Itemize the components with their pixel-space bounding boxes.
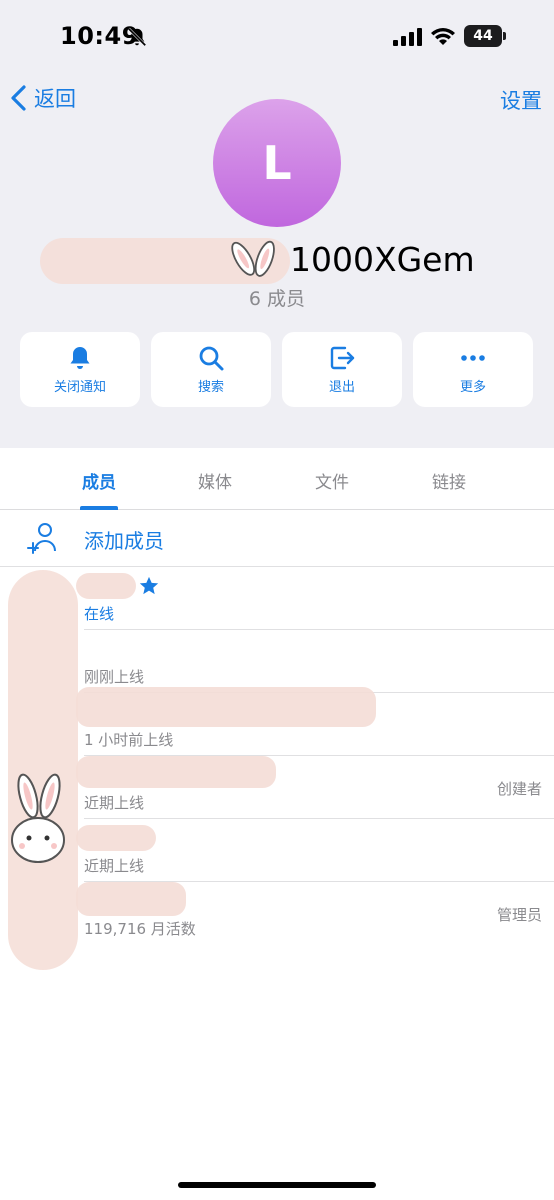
- add-person-icon: [27, 523, 56, 554]
- bell-icon: [70, 347, 90, 369]
- settings-button[interactable]: 设置: [500, 85, 542, 115]
- leave-label: 退出: [328, 380, 355, 395]
- member-row[interactable]: 近期上线 创建者: [0, 756, 554, 819]
- more-button[interactable]: 更多: [413, 332, 533, 407]
- back-button[interactable]: 返回: [10, 84, 76, 112]
- member-status: 在线: [84, 605, 115, 623]
- home-indicator: [178, 1182, 376, 1188]
- member-role-badge: 管理员: [496, 906, 542, 924]
- search-icon: [199, 346, 224, 371]
- member-row[interactable]: 在线: [0, 567, 554, 630]
- tab-files[interactable]: 文件: [287, 468, 377, 493]
- redacted-member-name: [76, 573, 136, 599]
- member-status: 1 小时前上线: [84, 731, 174, 749]
- mute-notifications-label: 关闭通知: [53, 380, 106, 395]
- member-count: 6 成员: [248, 288, 306, 310]
- member-row[interactable]: 近期上线: [0, 819, 554, 882]
- chevron-left-icon: [11, 85, 26, 111]
- redacted-member-name: [76, 825, 156, 851]
- add-member-row[interactable]: 添加成员: [0, 511, 554, 567]
- bunny-sticker-icon: [231, 240, 275, 277]
- tab-bar: 成员 媒体 文件 链接: [0, 448, 554, 510]
- group-avatar[interactable]: L: [213, 99, 341, 227]
- group-title: 1000XGem: [40, 238, 510, 284]
- star-icon: [139, 576, 159, 595]
- bunny-sticker-icon: [11, 773, 65, 863]
- cellular-signal-icon: [393, 28, 422, 46]
- search-label: 搜索: [197, 380, 224, 395]
- member-status: 近期上线: [84, 794, 145, 812]
- status-bar: 10:49 44: [0, 0, 554, 76]
- member-role-badge: 创建者: [496, 780, 542, 798]
- exit-icon: [330, 346, 355, 370]
- battery-nub: [503, 32, 506, 40]
- tab-links[interactable]: 链接: [404, 468, 494, 493]
- leave-button[interactable]: 退出: [282, 332, 402, 407]
- redacted-member-name: [76, 882, 186, 916]
- battery-indicator: 44: [464, 25, 502, 47]
- member-status: 119,716 月活数: [84, 920, 196, 938]
- more-icon: [461, 355, 485, 361]
- tab-members[interactable]: 成员: [54, 468, 144, 493]
- member-row[interactable]: 119,716 月活数 管理员: [0, 882, 554, 945]
- tab-media[interactable]: 媒体: [170, 468, 260, 493]
- back-label: 返回: [34, 87, 76, 111]
- member-status: 近期上线: [84, 857, 145, 875]
- member-status: 刚刚上线: [84, 668, 145, 686]
- more-label: 更多: [459, 380, 486, 395]
- group-title-text: 1000XGem: [290, 240, 475, 279]
- wifi-icon: [431, 28, 455, 45]
- search-button[interactable]: 搜索: [151, 332, 271, 407]
- member-row[interactable]: 刚刚上线: [0, 630, 554, 693]
- member-row[interactable]: 1 小时前上线: [0, 687, 554, 756]
- add-member-label: 添加成员: [84, 529, 164, 553]
- bell-off-icon: [127, 27, 147, 47]
- redacted-member-name: [76, 756, 276, 788]
- active-tab-indicator: [80, 506, 118, 510]
- mute-notifications-button[interactable]: 关闭通知: [20, 332, 140, 407]
- redacted-member-name: [76, 687, 376, 727]
- action-buttons: 关闭通知 搜索 退出 更多: [20, 332, 534, 407]
